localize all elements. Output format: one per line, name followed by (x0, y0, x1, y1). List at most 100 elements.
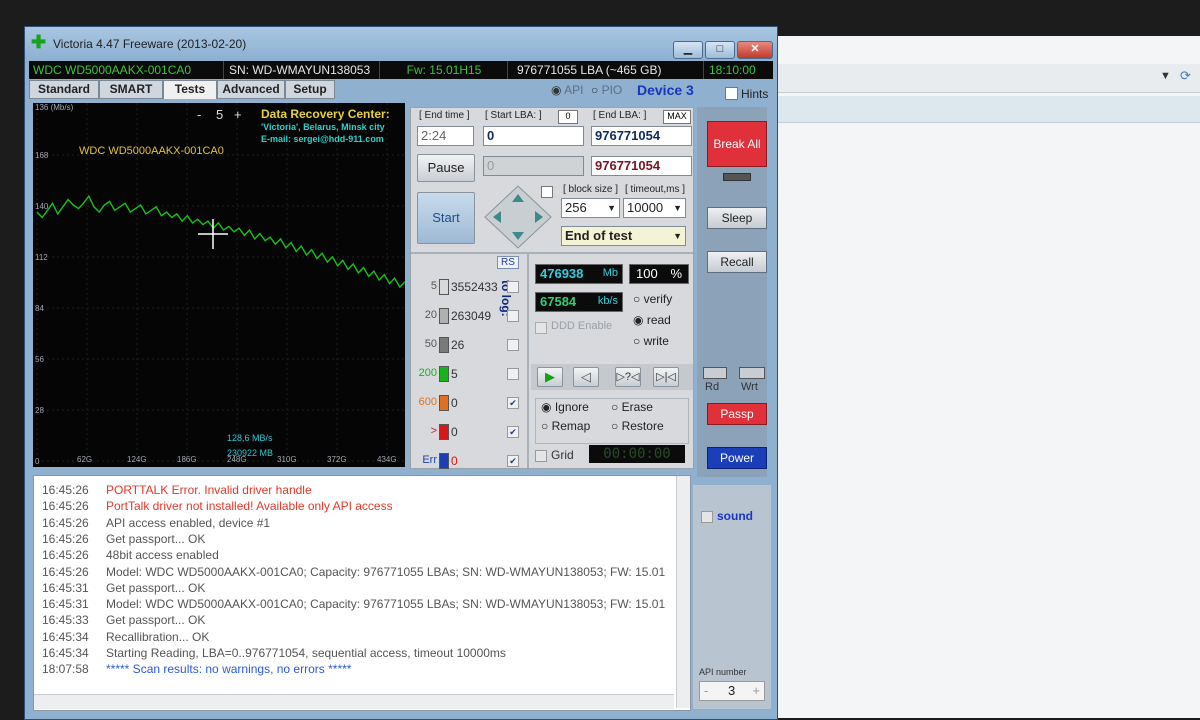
sound-checkbox[interactable] (701, 511, 713, 523)
hist-threshold-label: 50 (424, 338, 437, 350)
chevron-down-icon[interactable]: ▼ (1160, 70, 1171, 82)
background-address-bar (770, 64, 1200, 93)
play-icon[interactable]: ▶ (537, 367, 563, 387)
power-button[interactable]: Power (707, 447, 767, 469)
end-lba-field[interactable]: 976771054 (591, 126, 692, 146)
tab-advanced[interactable]: Advanced (217, 80, 285, 99)
start-button[interactable]: Start (417, 192, 475, 244)
seek-checkbox[interactable] (541, 186, 553, 198)
log-entry: 16:45:31 Get passport... OK (42, 580, 205, 596)
mb-value: 476938 (540, 266, 584, 281)
tab-setup[interactable]: Setup (285, 80, 335, 99)
action-ignore-label: Ignore (554, 400, 589, 414)
hist-threshold-label: 20 (424, 309, 437, 321)
tab-smart[interactable]: SMART (99, 80, 163, 99)
rs-button[interactable]: RS (497, 256, 519, 269)
log-timestamp: 16:45:31 (42, 580, 89, 595)
maximize-button[interactable]: □ (705, 41, 735, 59)
hints-checkbox[interactable] (725, 87, 738, 100)
start-lba-field[interactable]: 0 (483, 126, 584, 146)
x-tick-label: 310G (277, 455, 297, 464)
log-horizontal-scrollbar[interactable] (34, 694, 674, 709)
log-entry: 16:45:34 Starting Reading, LBA=0..9767710… (42, 645, 506, 661)
log-timestamp: 16:45:26 (42, 548, 89, 563)
passp-button[interactable]: Passp (707, 403, 767, 425)
percent-value: 100 (636, 266, 658, 281)
grid-checkbox[interactable] (535, 450, 547, 462)
refresh-icon[interactable]: ⟳ (1180, 68, 1191, 84)
radio-empty-icon: ○ (633, 292, 641, 306)
end-time-field[interactable]: 2:24 (417, 126, 474, 146)
radio-empty-icon: ○ (541, 419, 549, 433)
mode-read-radio[interactable]: ◉ read (633, 313, 671, 327)
radio-selected-icon: ◉ (633, 313, 644, 327)
mode-read-label: read (646, 313, 671, 327)
action-ignore-radio[interactable]: ◉ Ignore (541, 400, 589, 414)
divider-vertical (527, 252, 529, 468)
end-lba-max-button[interactable]: MAX (663, 110, 691, 124)
hist-log-checkbox[interactable]: ✔ (507, 426, 519, 438)
tab-standard[interactable]: Standard (29, 80, 99, 99)
end-icon[interactable]: ▷|◁ (653, 367, 679, 387)
disabled-lba-field: 0 (483, 156, 584, 176)
block-size-select[interactable]: 256 ▼ (561, 198, 620, 218)
close-button[interactable]: ✕ (737, 41, 773, 59)
break-all-button[interactable]: Break All (707, 121, 767, 167)
speed-graph[interactable]: 136 (Mb/s) 168 140 112 84 56 28 0 62G 124G 186G 2… (33, 103, 406, 467)
hist-log-checkbox[interactable]: ✔ (507, 397, 519, 409)
x-tick-label: 434G (377, 455, 397, 464)
hist-log-checkbox[interactable]: ✔ (507, 455, 519, 467)
pause-button[interactable]: Pause (417, 154, 475, 182)
log-entry: 16:45:26 PORTTALK Error. Invalid driver h… (42, 482, 312, 498)
log-entry: 16:45:26 Get passport... OK (42, 531, 205, 547)
api-radio[interactable]: ◉ API (551, 83, 584, 97)
api-minus-button[interactable]: - (704, 682, 708, 700)
zoom-minus-button[interactable]: - (197, 107, 201, 122)
log-vertical-scrollbar[interactable] (676, 476, 690, 708)
action-erase-radio[interactable]: ○ Erase (611, 400, 653, 414)
window-title: Victoria 4.47 Freeware (2013-02-20) (53, 37, 247, 51)
tab-tests[interactable]: Tests (163, 80, 217, 99)
action-remap-radio[interactable]: ○ Remap (541, 419, 590, 433)
hist-count: 3552433 (451, 280, 498, 294)
action-remap-label: Remap (551, 419, 591, 433)
pio-radio[interactable]: ○ PIO (591, 83, 622, 97)
api-panel: sound API number - 3 + (693, 485, 771, 709)
kbs-unit: kb/s (597, 295, 618, 307)
api-plus-button[interactable]: + (752, 682, 760, 700)
grid-label: Grid (551, 448, 574, 462)
zoom-plus-button[interactable]: + (234, 107, 242, 122)
minimize-button[interactable]: ▁ (673, 41, 703, 59)
action-restore-radio[interactable]: ○ Restore (611, 419, 664, 433)
hist-count: 26 (451, 338, 465, 352)
start-lba-label: [ Start LBA: ] (485, 110, 542, 121)
rewind-icon[interactable]: ◁ (573, 367, 599, 387)
test-control-panel: [ End time ] 2:24 [ Start LBA: ] 0 0 [ E… (410, 107, 694, 469)
timeout-select[interactable]: 10000 ▼ (623, 198, 686, 218)
hist-log-checkbox[interactable] (507, 339, 519, 351)
log-timestamp: 18:07:58 (42, 662, 89, 677)
log-message: API access enabled, device #1 (106, 515, 271, 530)
recall-button[interactable]: Recall (707, 251, 767, 273)
mode-verify-radio[interactable]: ○ verify (633, 292, 672, 306)
api-number-spinner[interactable]: - 3 + (699, 681, 765, 701)
skip-icon[interactable]: ▷?◁ (615, 367, 641, 387)
log-message: Recallibration... OK (106, 629, 210, 644)
hist-log-checkbox[interactable] (507, 310, 519, 322)
sleep-button[interactable]: Sleep (707, 207, 767, 229)
end-lba-field-2[interactable]: 976771054 (591, 156, 692, 176)
x-tick-label: 186G (177, 455, 197, 464)
block-size-label: [ block size ] (563, 184, 619, 195)
hist-color-swatch (439, 366, 449, 382)
ddd-checkbox[interactable] (535, 322, 547, 334)
hist-log-checkbox[interactable] (507, 368, 519, 380)
chevron-down-icon: ▼ (673, 231, 682, 241)
start-lba-zero-button[interactable]: 0 (558, 110, 578, 124)
log-entry: 18:07:58 ***** Scan results: no warnings,… (42, 661, 351, 677)
event-log[interactable]: 16:45:26 PORTTALK Error. Invalid driver h… (33, 475, 691, 711)
log-timestamp: 16:45:26 (42, 483, 89, 497)
mode-write-radio[interactable]: ○ write (633, 334, 669, 348)
end-mode-select[interactable]: End of test ▼ (561, 226, 686, 246)
hist-log-checkbox[interactable] (507, 281, 519, 293)
tab-bar: Standard SMART Tests Advanced Setup (29, 80, 341, 99)
